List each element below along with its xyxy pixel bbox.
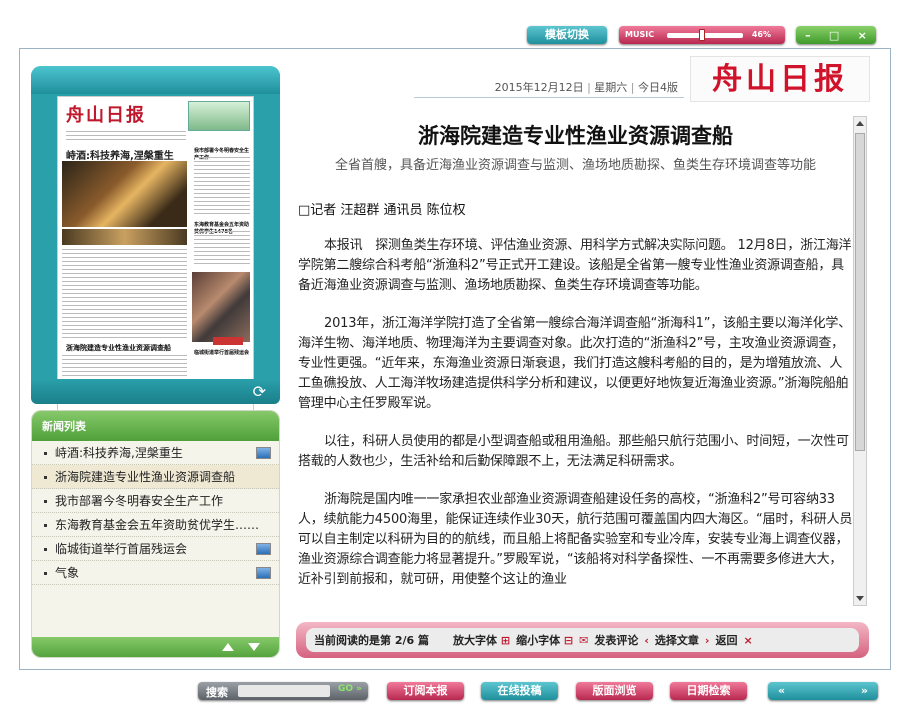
thumb-photo-3 [192, 272, 250, 342]
scrollbar-thumb[interactable] [855, 133, 865, 451]
thumb-side-headline-3[interactable]: 临城街道举行首届残运会 [194, 349, 249, 356]
page-browse-button[interactable]: 版面浏览 [576, 682, 653, 700]
left-arrow-icon: ‹ [644, 633, 649, 647]
image-icon [256, 543, 271, 555]
thumb-text-block [194, 231, 250, 267]
thumb-red-badge [213, 337, 243, 345]
article-scrollbar[interactable] [853, 116, 867, 606]
scroll-up-arrow-icon[interactable] [856, 121, 864, 126]
article-paragraph: 本报讯 探测鱼类生存环境、评估渔业资源、用科学方式解决实际问题。 12月8日，浙… [298, 238, 852, 293]
news-list-item[interactable]: 临城街道举行首届残运会 [32, 537, 279, 561]
bullet-icon [44, 572, 47, 575]
issue-weekday: 星期六 [594, 81, 628, 94]
thumb-photo-2 [62, 229, 187, 245]
news-list-footer [32, 637, 279, 657]
news-item-label: 我市部署今冬明春安全生产工作 [55, 494, 224, 508]
page-nav: « » [768, 682, 878, 700]
scroll-down-icon[interactable] [248, 643, 260, 651]
minimize-icon[interactable]: – [805, 29, 811, 42]
date-bar: 2015年12月12日 | 星期六 | 今日4版 [414, 78, 684, 98]
news-item-label: 临城街道举行首届残运会 [55, 542, 188, 556]
article-title: 浙海院建造专业性渔业资源调查船 [418, 124, 733, 148]
thumbnail-header-bar [31, 66, 280, 94]
date-search-button[interactable]: 日期检索 [670, 682, 747, 700]
news-item-label: 浙海院建造专业性渔业资源调查船 [55, 470, 236, 484]
music-label: MUSIC [625, 30, 655, 39]
image-icon [256, 567, 271, 579]
bullet-icon [44, 476, 47, 479]
volume-track[interactable] [667, 33, 743, 38]
news-list-item[interactable]: 气象 [32, 561, 279, 585]
page-thumbnail-panel: 舟山日报 峙酒:科技养海,涅槃重生 我市部署今冬明春安全生产工作 东海教育基金会… [31, 66, 280, 446]
back-button[interactable]: 返回 [715, 632, 737, 648]
bullet-icon [44, 548, 47, 551]
bullet-icon [44, 452, 47, 455]
news-list-item[interactable]: 峙酒:科技养海,涅槃重生 [32, 441, 279, 465]
prev-page-icon[interactable]: « [778, 682, 785, 700]
close-icon[interactable]: × [743, 634, 752, 647]
search-input[interactable] [238, 685, 330, 697]
shrink-font-button[interactable]: 缩小字体 ⊟ [516, 632, 573, 648]
search-bar: 搜索 GO » [198, 682, 368, 700]
comment-button[interactable]: 发表评论 [594, 632, 638, 648]
status-prefix: 当前阅读的是第 [314, 634, 391, 647]
thumb-ad [188, 101, 250, 131]
thumb-photo-1 [62, 161, 187, 227]
article-paragraph: 浙海院是国内唯一一家承担农业部渔业资源调查船建设任务的高校，“浙渔科2”号可容纳… [298, 492, 853, 587]
news-list-header: 新闻列表 [32, 411, 279, 441]
window-controls: – □ × [796, 26, 876, 44]
status-value: 2/6 [394, 634, 415, 647]
maximize-icon[interactable]: □ [829, 29, 839, 42]
refresh-icon[interactable]: ⟳ [253, 382, 266, 401]
news-item-label: 东海教育基金会五年资助贫优学生…… [55, 518, 260, 532]
thumb-text-block [194, 157, 250, 217]
right-arrow-icon: › [704, 633, 710, 647]
submit-online-button[interactable]: 在线投稿 [481, 682, 558, 700]
news-list-item[interactable]: 东海教育基金会五年资助贫优学生…… [32, 513, 279, 537]
reader-toolbar: 当前阅读的是第 2/6 篇 放大字体 ⊞ 缩小字体 ⊟ ✉ 发表评论 ‹ 选择文… [296, 622, 869, 658]
search-go-button[interactable]: GO » [338, 684, 362, 694]
thumbnail-footer-bar: ⟳ [31, 379, 280, 404]
search-label: 搜索 [206, 686, 228, 699]
select-article-button[interactable]: 选择文章 [655, 632, 699, 648]
enlarge-font-button[interactable]: 放大字体 ⊞ [453, 632, 510, 648]
subscribe-button[interactable]: 订阅本报 [387, 682, 464, 700]
article-subtitle: 全省首艘，具备近海渔业资源调查与监测、渔场地质勘探、鱼类生存环境调查等功能 [334, 158, 816, 173]
article-paragraph: 2013年，浙江海洋学院打造了全省第一艘综合海洋调查船“浙海科1”，该船主要以海… [298, 316, 852, 411]
reading-status: 当前阅读的是第 2/6 篇 [314, 632, 429, 648]
article-paragraph: 以往，科研人员使用的都是小型调查船或租用渔船。那些船只航行范围小、时间短，一次性… [298, 434, 849, 469]
news-list-panel: 新闻列表 峙酒:科技养海,涅槃重生 浙海院建造专业性渔业资源调查船 我市部署今冬… [31, 410, 280, 658]
issue-edition: 今日4版 [638, 81, 678, 94]
next-page-icon[interactable]: » [861, 682, 868, 700]
volume-value: 46% [751, 30, 771, 39]
thumb-headline-1[interactable]: 峙酒:科技养海,涅槃重生 [66, 147, 174, 162]
close-icon[interactable]: × [858, 29, 867, 42]
music-control[interactable]: MUSIC 46% [619, 26, 785, 44]
plus-icon: ⊞ [500, 634, 511, 647]
news-item-label: 气象 [55, 566, 80, 580]
newspaper-logo: 舟山日报 [690, 56, 870, 102]
thumb-headline-2[interactable]: 浙海院建造专业性渔业资源调查船 [66, 343, 171, 353]
minus-icon: ⊟ [563, 634, 574, 647]
bullet-icon [44, 500, 47, 503]
bullet-icon [44, 524, 47, 527]
volume-slider-handle[interactable] [699, 29, 705, 41]
thumb-masthead: 舟山日报 [66, 105, 146, 126]
news-item-label: 峙酒:科技养海,涅槃重生 [55, 446, 183, 460]
issue-date: 2015年12月12日 [494, 81, 584, 94]
scroll-up-icon[interactable] [222, 643, 234, 651]
news-list-item-active[interactable]: 浙海院建造专业性渔业资源调查船 [32, 465, 279, 489]
image-icon [256, 447, 271, 459]
thumb-text-block [66, 131, 186, 143]
mail-icon: ✉ [579, 633, 589, 647]
status-suffix: 篇 [418, 634, 430, 647]
news-list-item[interactable]: 我市部署今冬明春安全生产工作 [32, 489, 279, 513]
thumb-text-block [62, 249, 187, 339]
article-content: 浙海院建造专业性渔业资源调查船 全省首艘，具备近海渔业资源调查与监测、渔场地质勘… [298, 116, 853, 606]
article-byline: □记者 汪超群 通讯员 陈位权 [298, 203, 466, 218]
scroll-down-arrow-icon[interactable] [856, 596, 864, 601]
template-switch-button[interactable]: 模板切换 [527, 26, 607, 44]
